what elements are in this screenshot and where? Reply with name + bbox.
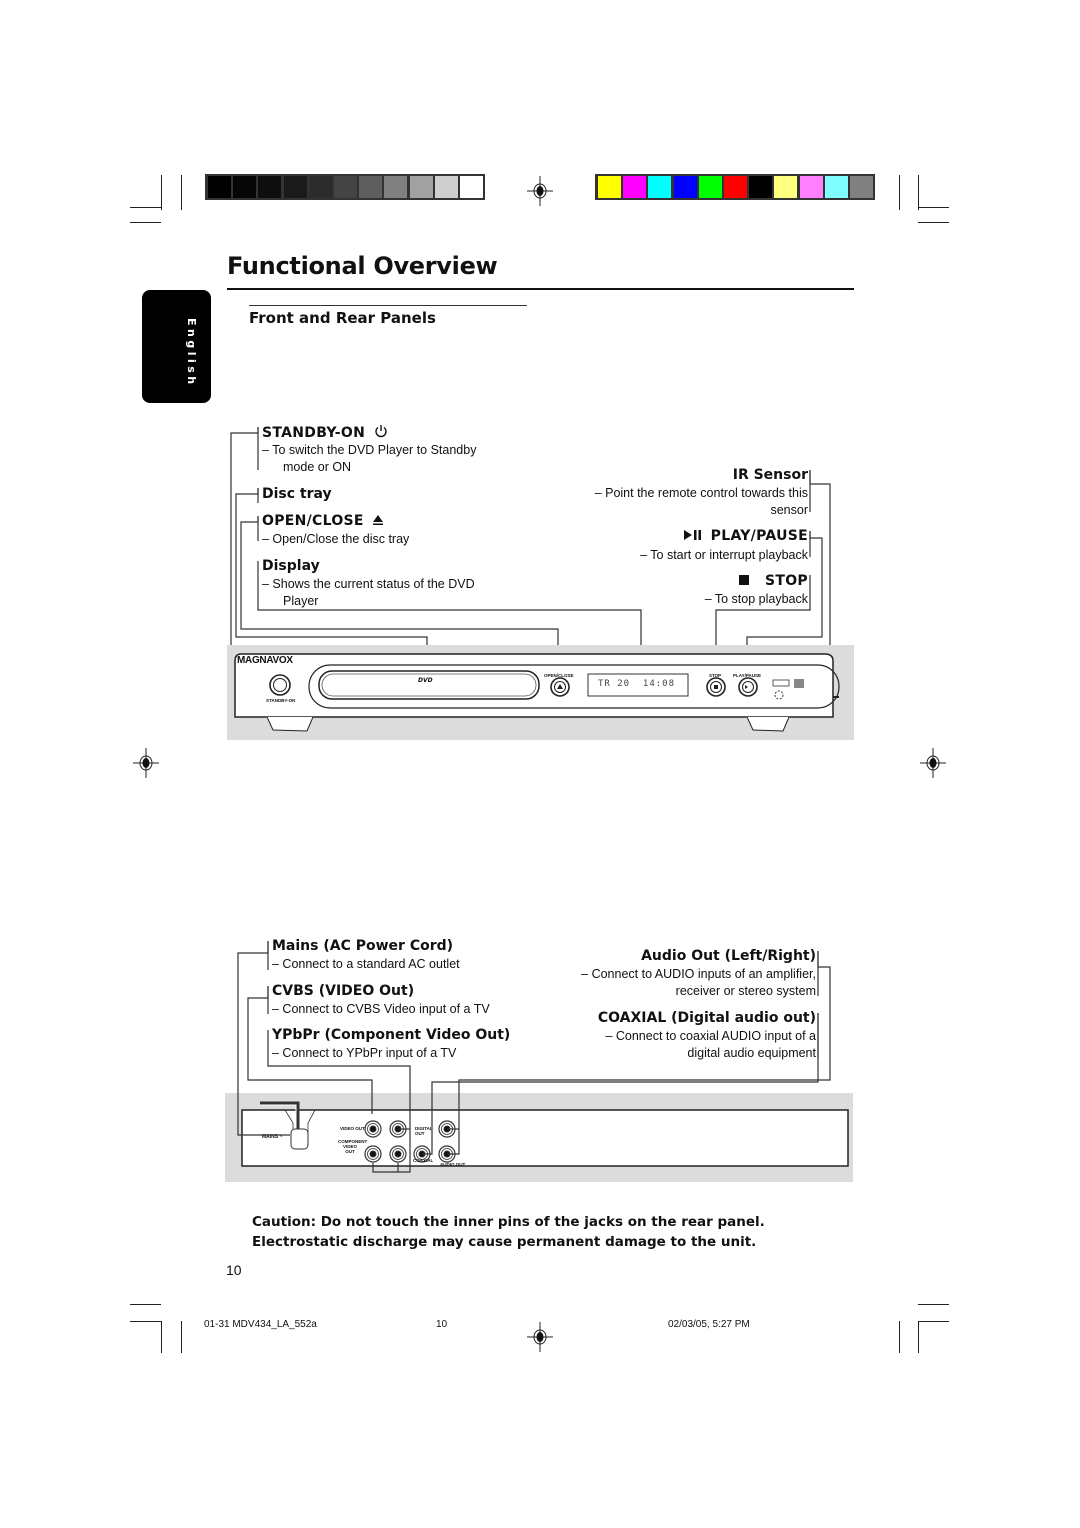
caution-note: Caution: Do not touch the inner pins of … (252, 1213, 765, 1252)
page-number: 10 (226, 1262, 242, 1278)
footer-page: 10 (436, 1319, 448, 1330)
footer-timestamp: 02/03/05, 5:27 PM (668, 1319, 750, 1330)
rear-leader-lines (237, 941, 831, 1173)
caution-line-2: Electrostatic discharge may cause perman… (252, 1233, 757, 1250)
footer-filename: 01-31 MDV434_LA_552a (204, 1319, 317, 1330)
registration-mark-icon (527, 1322, 553, 1352)
caution-line-1: Caution: Do not touch the inner pins of … (252, 1214, 765, 1230)
